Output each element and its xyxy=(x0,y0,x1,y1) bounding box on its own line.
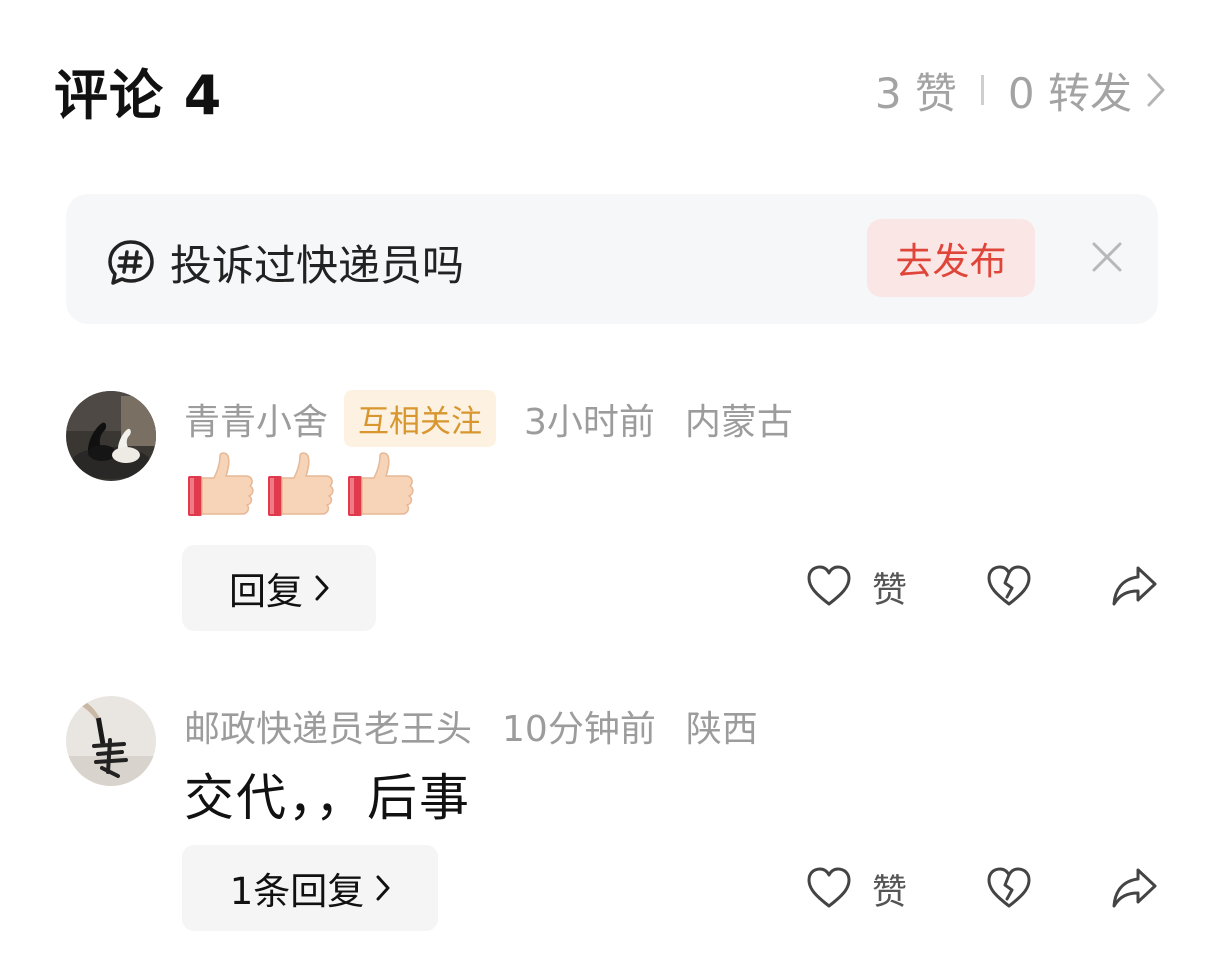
broken-heart-icon[interactable] xyxy=(986,564,1032,612)
chevron-right-icon xyxy=(315,575,329,601)
reply-label: 1条回复 xyxy=(229,870,365,913)
comment-actions: 赞 xyxy=(806,864,1157,915)
username[interactable]: 青青小舍 xyxy=(184,393,328,445)
comment-actions: 赞 xyxy=(806,562,1157,613)
heart-icon xyxy=(806,564,852,612)
stats-divider xyxy=(980,75,984,105)
like-button[interactable]: 赞 xyxy=(806,864,907,915)
comments-header: 评论 4 3 赞 0 转发 xyxy=(54,52,1166,128)
comment-time: 10分钟前 xyxy=(502,709,656,750)
mutual-follow-badge: 互相关注 xyxy=(344,390,497,447)
reply-label: 回复 xyxy=(229,570,303,613)
comment-meta: 青青小舍 互相关注 3小时前 内蒙古 xyxy=(184,390,793,447)
username[interactable]: 邮政快递员老王头 xyxy=(184,700,472,752)
share-icon[interactable] xyxy=(1110,866,1158,914)
share-icon[interactable] xyxy=(1110,564,1158,612)
comment-content xyxy=(186,450,426,520)
reply-button[interactable]: 1条回复 xyxy=(182,845,438,931)
avatar[interactable] xyxy=(66,391,156,481)
likes-count: 3 赞 xyxy=(874,68,957,118)
comment-meta: 邮政快递员老王头 10分钟前 陕西 xyxy=(184,700,758,752)
thumbs-up-icon xyxy=(186,450,256,520)
like-label: 赞 xyxy=(872,571,908,611)
publish-button[interactable]: 去发布 xyxy=(867,219,1035,297)
topic-text: 投诉过快递员吗 xyxy=(170,241,465,290)
thumbs-up-icon xyxy=(266,450,336,520)
reply-button[interactable]: 回复 xyxy=(182,545,376,631)
comments-title: 评论 4 xyxy=(54,63,223,127)
broken-heart-icon[interactable] xyxy=(986,866,1032,914)
close-icon[interactable] xyxy=(1090,240,1124,274)
comment-location: 陕西 xyxy=(685,709,758,750)
reposts-count: 0 转发 xyxy=(1007,68,1132,118)
topic-suggestion-bar[interactable]: 投诉过快递员吗 去发布 xyxy=(66,194,1158,324)
stats-link[interactable]: 3 赞 0 转发 xyxy=(875,60,1166,121)
comment-content: 交代，，后事 xyxy=(184,769,471,827)
thumbs-up-icon xyxy=(346,450,416,520)
chevron-right-icon xyxy=(376,875,390,901)
hashtag-bubble-icon xyxy=(106,238,156,288)
chevron-right-icon xyxy=(1146,72,1166,108)
like-label: 赞 xyxy=(872,873,908,913)
comment-time: 3小时前 xyxy=(524,401,655,443)
heart-icon xyxy=(806,866,852,914)
comment-location: 内蒙古 xyxy=(684,401,793,443)
avatar[interactable] xyxy=(66,696,156,786)
like-button[interactable]: 赞 xyxy=(806,562,907,613)
